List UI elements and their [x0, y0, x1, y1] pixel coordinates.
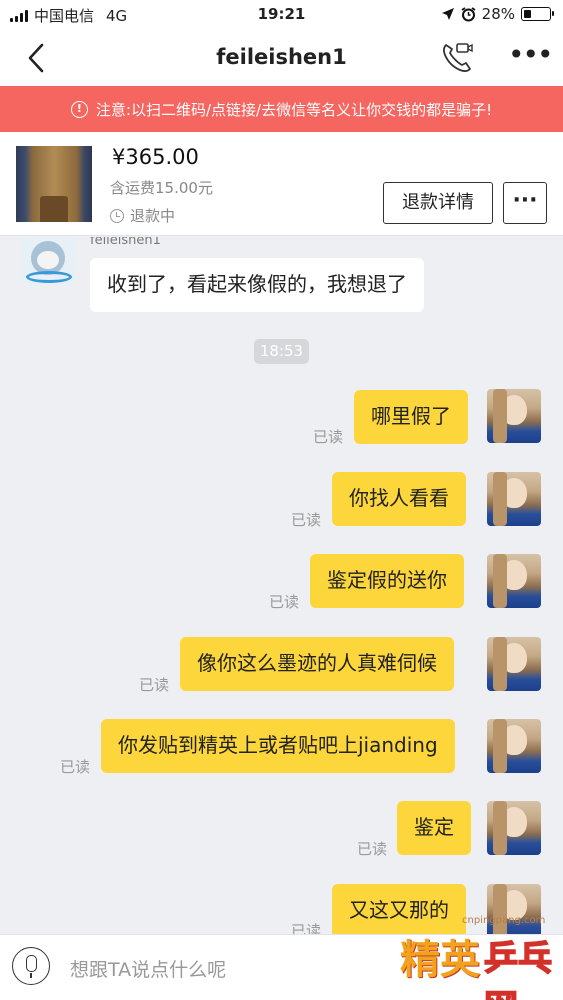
my-avatar[interactable]	[487, 472, 541, 526]
chat-messages[interactable]: feileishen1 收到了，看起来像假的，我想退了 18:53 已读 哪里假…	[0, 237, 563, 934]
watermark-text-left: 精英	[400, 937, 480, 983]
watermark-url: cnpingpang.com	[462, 915, 546, 926]
contact-avatar[interactable]	[22, 237, 76, 285]
phone-video-icon	[443, 43, 473, 72]
battery-percent: 28%	[481, 5, 515, 23]
more-actions-button[interactable]: ···	[503, 182, 547, 224]
sender-name: feileishen1	[90, 237, 161, 248]
status-right: 28%	[441, 5, 554, 23]
read-receipt: 已读	[60, 758, 91, 776]
microphone-icon[interactable]	[12, 947, 50, 985]
read-receipt: 已读	[313, 428, 344, 446]
read-receipt: 已读	[269, 593, 300, 611]
clock-icon	[110, 208, 124, 223]
battery-icon	[521, 7, 554, 21]
product-thumbnail[interactable]	[16, 146, 92, 222]
message-input[interactable]: 想跟TA说点什么呢	[70, 955, 226, 982]
refund-status: 退款中	[110, 205, 175, 226]
watermark-text-right: 乒乓网	[483, 938, 553, 1000]
my-avatar[interactable]	[487, 637, 541, 691]
page-title: feileishen1	[216, 45, 347, 69]
message-bubble-outgoing[interactable]: 哪里假了	[354, 390, 468, 444]
read-receipt: 已读	[291, 922, 322, 934]
call-button[interactable]	[440, 41, 474, 75]
my-avatar[interactable]	[487, 801, 541, 855]
refund-status-label: 退款中	[130, 207, 176, 225]
message-bubble-incoming[interactable]: 收到了，看起来像假的，我想退了	[90, 258, 424, 312]
message-bubble-outgoing[interactable]: 你找人看看	[332, 472, 466, 526]
read-receipt: 已读	[291, 511, 322, 529]
message-bubble-outgoing[interactable]: 鉴定假的送你	[310, 554, 464, 608]
message-bubble-outgoing[interactable]: 鉴定	[397, 801, 471, 855]
my-avatar[interactable]	[487, 389, 541, 443]
my-avatar[interactable]	[487, 719, 541, 773]
warning-text: 注意:以扫二维码/点链接/去微信等名义让你交钱的都是骗子!	[95, 100, 493, 119]
fraud-warning-banner: ! 注意:以扫二维码/点链接/去微信等名义让你交钱的都是骗子!	[0, 86, 563, 132]
product-price: ¥365.00	[112, 145, 199, 169]
read-receipt: 已读	[139, 676, 170, 694]
refund-details-button[interactable]: 退款详情	[383, 182, 493, 224]
read-receipt: 已读	[357, 840, 388, 858]
my-avatar[interactable]	[487, 554, 541, 608]
message-bubble-outgoing[interactable]: 你发贴到精英上或者贴吧上jianding	[101, 719, 455, 773]
status-bar: 中国电信 4G 19:21 28%	[0, 0, 563, 30]
alarm-icon	[461, 6, 476, 21]
nav-bar: feileishen1 •••	[0, 30, 563, 86]
shipping-fee: 含运费15.00元	[110, 179, 213, 197]
location-arrow-icon	[441, 8, 454, 20]
more-options-icon[interactable]: •••	[508, 41, 554, 72]
watermark-logo: cnpingpang.com 精英 乒乓网	[400, 915, 560, 1000]
message-bubble-outgoing[interactable]: 像你这么墨迹的人真难伺候	[180, 637, 454, 691]
info-icon: !	[70, 100, 88, 118]
timestamp: 18:53	[254, 339, 309, 364]
